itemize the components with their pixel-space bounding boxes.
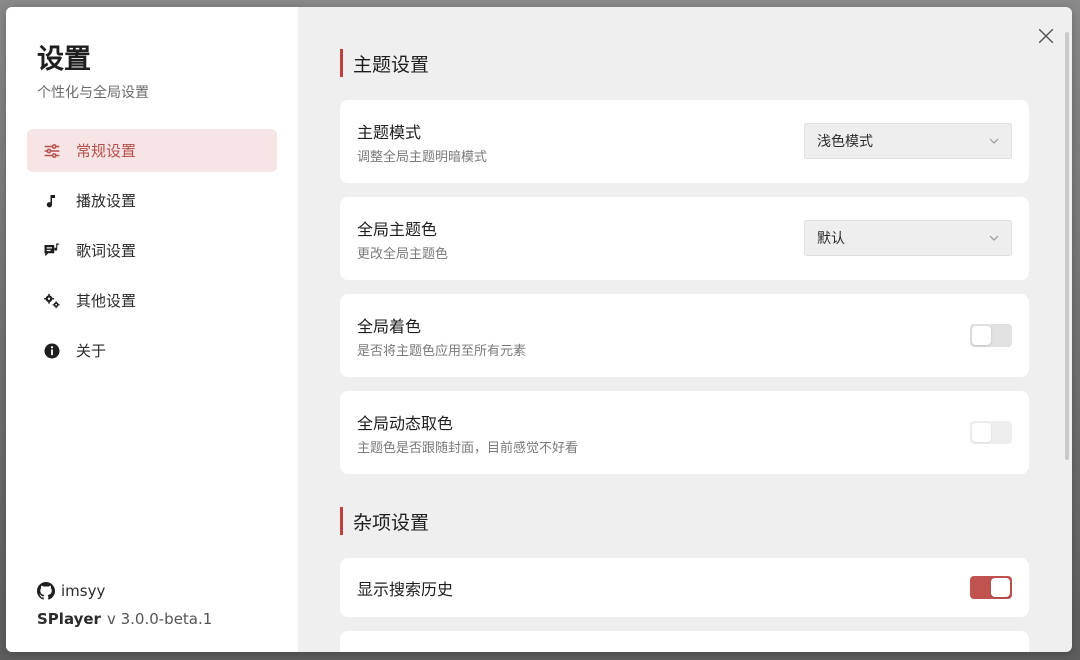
settings-content: 主题设置 主题模式 调整全局主题明暗模式 浅色模式 全局主题色 更改全局主题色 …: [298, 7, 1072, 652]
setting-card-next: [340, 631, 1029, 652]
chevron-down-icon: [989, 138, 999, 144]
github-icon: [37, 582, 55, 600]
nav-item-label: 关于: [76, 342, 107, 360]
dynamic-color-toggle[interactable]: [970, 421, 1012, 444]
close-button[interactable]: [1036, 26, 1056, 46]
toggle-knob: [972, 326, 991, 345]
setting-card-search-history: 显示搜索历史: [340, 558, 1029, 617]
section-title-misc: 杂项设置: [340, 507, 429, 535]
settings-nav: 常规设置 播放设置 歌词设置 其他设置 关于: [27, 129, 277, 379]
nav-item-about[interactable]: 关于: [27, 329, 277, 372]
setting-name: 显示搜索历史: [357, 579, 454, 599]
toggle-knob: [972, 423, 991, 442]
nav-item-general[interactable]: 常规设置: [27, 129, 277, 172]
settings-modal: 设置 个性化与全局设置 常规设置 播放设置 歌词设置 其他设置 关于 imsyy…: [6, 7, 1072, 652]
version-text: v 3.0.0-beta.1: [106, 610, 213, 628]
search-history-toggle[interactable]: [970, 576, 1012, 599]
setting-desc: 主题色是否跟随封面，目前感觉不好看: [357, 440, 579, 456]
music-note-icon: [41, 190, 63, 212]
settings-subtitle: 个性化与全局设置: [37, 85, 149, 101]
nav-item-other[interactable]: 其他设置: [27, 279, 277, 322]
close-icon: [1038, 28, 1054, 44]
settings-sidebar: 设置 个性化与全局设置 常规设置 播放设置 歌词设置 其他设置 关于 imsyy…: [6, 7, 298, 652]
select-value: 浅色模式: [817, 134, 873, 150]
nav-item-lyrics[interactable]: 歌词设置: [27, 229, 277, 272]
setting-card-theme-mode: 主题模式 调整全局主题明暗模式 浅色模式: [340, 100, 1029, 183]
gears-icon: [41, 290, 63, 312]
theme-color-select[interactable]: 默认: [804, 220, 1012, 256]
toggle-knob: [991, 578, 1010, 597]
nav-item-label: 其他设置: [76, 292, 137, 310]
github-username: imsyy: [61, 582, 106, 600]
setting-desc: 是否将主题色应用至所有元素: [357, 343, 527, 359]
setting-card-dynamic-color: 全局动态取色 主题色是否跟随封面，目前感觉不好看: [340, 391, 1029, 474]
nav-item-label: 常规设置: [76, 142, 137, 160]
select-value: 默认: [817, 231, 845, 247]
settings-title: 设置: [37, 44, 91, 75]
theme-mode-select[interactable]: 浅色模式: [804, 123, 1012, 159]
sidebar-footer: imsyy SPlayer v 3.0.0-beta.1: [37, 581, 212, 628]
nav-item-label: 播放设置: [76, 192, 137, 210]
sliders-icon: [41, 140, 63, 162]
setting-name: 全局动态取色: [357, 413, 454, 433]
lyrics-icon: [41, 240, 63, 262]
setting-card-global-tint: 全局着色 是否将主题色应用至所有元素: [340, 294, 1029, 377]
app-version: SPlayer v 3.0.0-beta.1: [37, 610, 212, 628]
info-icon: [41, 340, 63, 362]
github-link[interactable]: imsyy: [37, 581, 212, 601]
nav-item-label: 歌词设置: [76, 242, 137, 260]
nav-item-playback[interactable]: 播放设置: [27, 179, 277, 222]
scrollbar[interactable]: [1065, 32, 1069, 460]
chevron-down-icon: [989, 235, 999, 241]
app-name: SPlayer: [37, 610, 101, 628]
global-tint-toggle[interactable]: [970, 324, 1012, 347]
setting-card-theme-color: 全局主题色 更改全局主题色 默认: [340, 197, 1029, 280]
section-title-theme: 主题设置: [340, 49, 429, 77]
setting-name: 全局着色: [357, 316, 422, 336]
